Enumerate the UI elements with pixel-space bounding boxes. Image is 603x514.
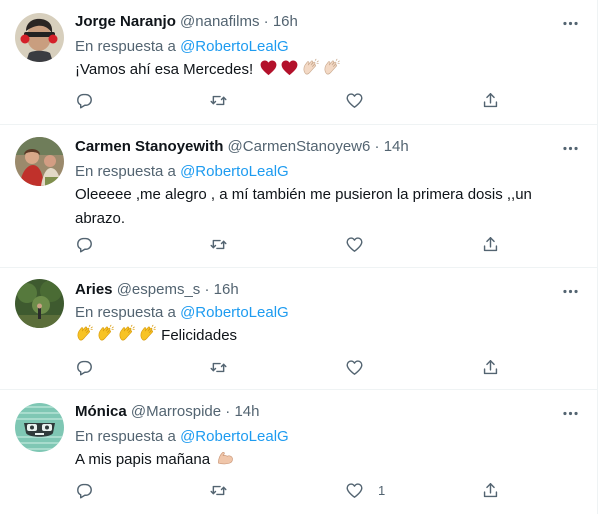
clapping-hands-emoji — [322, 58, 341, 77]
reply-icon — [75, 481, 94, 500]
heart-emoji — [280, 58, 299, 77]
reply-tweet[interactable]: Aries @espems_s · 16h En respuesta a @Ro… — [0, 268, 598, 390]
tweet-text-container: A mis papis mañana — [75, 448, 578, 472]
share-button[interactable] — [481, 356, 500, 378]
replying-to-label: En respuesta a — [75, 38, 176, 55]
author-handle[interactable]: @Marrospide — [131, 403, 221, 420]
reply-tweet[interactable]: Mónica @Marrospide · 14h En respuesta a … — [0, 390, 598, 514]
timestamp[interactable]: 16h — [273, 13, 298, 30]
tweet-text: A mis papis mañana — [75, 451, 211, 468]
author-handle[interactable]: @CarmenStanoyew6 — [228, 138, 371, 155]
share-button[interactable] — [481, 233, 500, 255]
retweet-icon — [209, 235, 228, 254]
avatar[interactable] — [15, 279, 64, 328]
replying-to: En respuesta a @RobertoLealG — [75, 426, 289, 448]
retweet-icon — [209, 481, 228, 500]
author-name[interactable]: Jorge Naranjo — [75, 13, 176, 30]
more-options-icon[interactable] — [559, 12, 581, 34]
tweet-text-container: Oleeeee ,me alegro , a mí también me pus… — [75, 183, 578, 231]
like-button[interactable]: 1 — [345, 479, 385, 501]
clapping-hands-emoji — [96, 324, 115, 343]
clapping-hands-emoji — [138, 324, 157, 343]
like-button[interactable] — [345, 233, 378, 255]
retweet-button[interactable] — [209, 233, 228, 255]
retweet-icon — [209, 91, 228, 110]
like-count: 1 — [378, 482, 386, 498]
more-options-icon[interactable] — [559, 402, 581, 424]
reply-tweet[interactable]: Jorge Naranjo @nanafilms · 16h En respue… — [0, 0, 598, 125]
replying-to-label: En respuesta a — [75, 304, 176, 321]
replying-to: En respuesta a @RobertoLealG — [75, 302, 289, 324]
timestamp[interactable]: 16h — [214, 281, 239, 298]
mention-link[interactable]: @RobertoLealG — [180, 38, 289, 55]
author-name[interactable]: Mónica — [75, 403, 127, 420]
timestamp[interactable]: 14h — [384, 138, 409, 155]
tweet-text: Felicidades — [161, 327, 238, 344]
reply-icon — [75, 235, 94, 254]
mention-link[interactable]: @RobertoLealG — [180, 163, 289, 180]
more-options-icon[interactable] — [559, 137, 581, 159]
separator-dot: · — [263, 13, 269, 30]
avatar[interactable] — [15, 137, 64, 186]
tweet-text: Oleeeee ,me alegro , a mí también me pus… — [75, 186, 532, 227]
reply-feed: Jorge Naranjo @nanafilms · 16h En respue… — [0, 0, 598, 514]
retweet-button[interactable] — [209, 479, 228, 501]
timestamp[interactable]: 14h — [234, 403, 259, 420]
tweet-text: ¡Vamos ahí esa Mercedes! — [75, 61, 254, 78]
replying-to-label: En respuesta a — [75, 428, 176, 445]
separator-dot: · — [204, 281, 210, 298]
reply-button[interactable] — [75, 89, 94, 111]
mention-link[interactable]: @RobertoLealG — [180, 428, 289, 445]
clapping-hands-emoji — [301, 58, 320, 77]
share-icon — [481, 91, 500, 110]
tweet-text-container: ¡Vamos ahí esa Mercedes! — [75, 58, 578, 82]
reply-icon — [75, 91, 94, 110]
replying-to-label: En respuesta a — [75, 163, 176, 180]
like-button[interactable] — [345, 89, 378, 111]
avatar[interactable] — [15, 403, 64, 452]
tweet-text-container: Felicidades — [75, 324, 578, 348]
reply-button[interactable] — [75, 356, 94, 378]
reply-tweet[interactable]: Carmen Stanoyewith @CarmenStanoyew6 · 14… — [0, 125, 598, 268]
retweet-button[interactable] — [209, 356, 228, 378]
replying-to: En respuesta a @RobertoLealG — [75, 36, 289, 58]
like-icon — [345, 358, 364, 377]
share-icon — [481, 358, 500, 377]
reply-button[interactable] — [75, 479, 94, 501]
share-button[interactable] — [481, 479, 500, 501]
like-button[interactable] — [345, 356, 378, 378]
action-bar — [75, 233, 505, 255]
like-icon — [345, 91, 364, 110]
clapping-hands-emoji — [75, 324, 94, 343]
retweet-button[interactable] — [209, 89, 228, 111]
clapping-hands-emoji — [117, 324, 136, 343]
separator-dot: · — [225, 403, 231, 420]
heart-emoji — [259, 58, 278, 77]
share-button[interactable] — [481, 89, 500, 111]
share-icon — [481, 481, 500, 500]
share-icon — [481, 235, 500, 254]
separator-dot: · — [374, 138, 380, 155]
author-handle[interactable]: @nanafilms — [180, 13, 259, 30]
mention-link[interactable]: @RobertoLealG — [180, 304, 289, 321]
action-bar: 1 — [75, 479, 505, 501]
author-name[interactable]: Aries — [75, 281, 113, 298]
reply-button[interactable] — [75, 233, 94, 255]
action-bar — [75, 89, 505, 111]
reply-icon — [75, 358, 94, 377]
replying-to: En respuesta a @RobertoLealG — [75, 161, 289, 183]
more-options-icon[interactable] — [559, 280, 581, 302]
author-name[interactable]: Carmen Stanoyewith — [75, 138, 223, 155]
avatar[interactable] — [15, 13, 64, 62]
retweet-icon — [209, 358, 228, 377]
author-handle[interactable]: @espems_s — [117, 281, 201, 298]
like-icon — [345, 235, 364, 254]
action-bar — [75, 356, 505, 378]
like-icon — [345, 481, 364, 500]
flexed-biceps-emoji — [216, 448, 235, 467]
